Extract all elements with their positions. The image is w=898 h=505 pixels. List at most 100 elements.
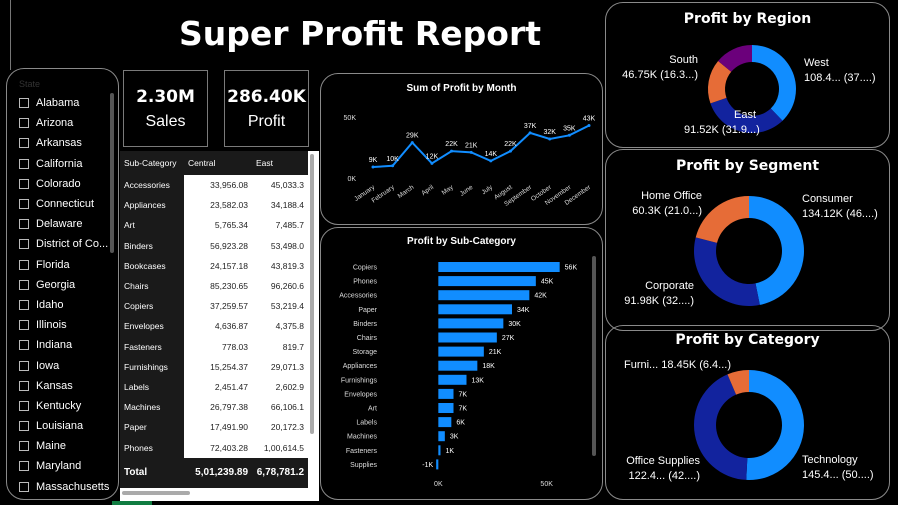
table-row[interactable]: Fasteners 778.03 819.7 <box>120 336 308 357</box>
line-point[interactable] <box>567 133 571 137</box>
bar[interactable] <box>438 290 530 301</box>
checkbox[interactable] <box>19 98 29 109</box>
subcat-chart-card[interactable]: Profit by Sub-Category Copiers 56K Phones 4… <box>320 227 603 500</box>
checkbox[interactable] <box>19 360 29 371</box>
table-total-row[interactable]: Total 5,01,239.89 6,78,781.2 <box>120 457 308 488</box>
category-card[interactable]: Profit by Category Technology 145.4... (… <box>605 325 890 500</box>
table-row[interactable]: Binders 56,923.28 53,498.0 <box>120 235 308 256</box>
slicer-item[interactable]: Arkansas <box>19 133 113 153</box>
slicer-item[interactable]: Delaware <box>19 214 113 234</box>
slicer-item[interactable]: Maine <box>19 436 113 456</box>
table-row[interactable]: Art 5,765.34 7,485.7 <box>120 215 308 236</box>
bar[interactable] <box>438 304 512 315</box>
checkbox[interactable] <box>19 421 29 432</box>
checkbox[interactable] <box>19 158 29 169</box>
table-header-row[interactable]: Sub-Category Central East <box>120 151 308 175</box>
bar[interactable] <box>438 318 504 329</box>
donut-slice[interactable] <box>746 370 805 480</box>
line-point[interactable] <box>587 124 591 128</box>
bar[interactable] <box>438 276 536 287</box>
region-card[interactable]: Profit by Region West 108.4... (37....) … <box>605 2 890 148</box>
month-chart-card[interactable]: Sum of Profit by Month 50K 0K 9K January 10K… <box>320 73 603 225</box>
line-point[interactable] <box>508 149 512 153</box>
table-row[interactable]: Accessories 33,956.08 45,033.3 <box>120 175 308 196</box>
slicer-item[interactable]: Indiana <box>19 335 113 355</box>
checkbox[interactable] <box>19 259 29 270</box>
table-row[interactable]: Machines 26,797.38 66,106.1 <box>120 397 308 418</box>
checkbox[interactable] <box>19 441 29 452</box>
line-point[interactable] <box>410 141 414 145</box>
slicer-item[interactable]: California <box>19 154 113 174</box>
line-point[interactable] <box>469 150 473 154</box>
line-point[interactable] <box>548 137 552 141</box>
bar[interactable] <box>438 403 454 413</box>
matrix-vscrollbar[interactable] <box>310 154 314 434</box>
bar[interactable] <box>436 459 439 470</box>
table-row[interactable]: Appliances 23,582.03 34,188.4 <box>120 195 308 216</box>
table-row[interactable]: Labels 2,451.47 2,602.9 <box>120 376 308 398</box>
line-point[interactable] <box>489 159 493 163</box>
bar[interactable] <box>438 374 467 385</box>
bar[interactable] <box>438 417 452 428</box>
donut-slice[interactable] <box>749 196 804 305</box>
donut-slice[interactable] <box>695 196 749 243</box>
line-point[interactable] <box>528 131 532 135</box>
subcategory-matrix[interactable]: Sub-Category Central East Accessories 33,956… <box>120 151 319 501</box>
donut-slice[interactable] <box>752 45 796 121</box>
checkbox[interactable] <box>19 461 29 472</box>
slicer-item[interactable]: Georgia <box>19 275 113 295</box>
slicer-item[interactable]: Connecticut <box>19 194 113 214</box>
checkbox[interactable] <box>19 219 29 230</box>
checkbox[interactable] <box>19 279 29 290</box>
checkbox[interactable] <box>19 138 29 149</box>
slicer-list[interactable]: Alabama Arizona Arkansas California Colorado… <box>19 93 113 497</box>
donut-slice[interactable] <box>694 237 760 306</box>
bar[interactable] <box>438 360 478 371</box>
checkbox[interactable] <box>19 400 29 411</box>
slicer-item[interactable]: Idaho <box>19 295 113 315</box>
slicer-item[interactable]: District of Co... <box>19 234 113 254</box>
matrix-hscrollbar[interactable] <box>122 491 190 495</box>
bar[interactable] <box>438 388 454 399</box>
bar[interactable] <box>438 332 497 343</box>
slicer-item[interactable]: Illinois <box>19 315 113 335</box>
checkbox[interactable] <box>19 380 29 391</box>
checkbox[interactable] <box>19 481 29 492</box>
subcat-scrollbar[interactable] <box>592 256 596 456</box>
table-row[interactable]: Bookcases 24,157.18 43,819.3 <box>120 255 308 276</box>
checkbox[interactable] <box>19 320 29 331</box>
table-row[interactable]: Copiers 37,259.57 53,219.4 <box>120 296 308 317</box>
table-row[interactable]: Envelopes 4,636.87 4,375.8 <box>120 316 308 337</box>
checkbox[interactable] <box>19 199 29 210</box>
slicer-item[interactable]: Maryland <box>19 456 113 476</box>
line-point[interactable] <box>371 165 375 169</box>
bar[interactable] <box>438 445 441 456</box>
bar[interactable] <box>438 431 445 442</box>
line-point[interactable] <box>430 161 434 165</box>
checkbox[interactable] <box>19 299 29 310</box>
slicer-item[interactable]: Massachusetts <box>19 477 113 497</box>
slicer-item[interactable]: Louisiana <box>19 416 113 436</box>
table-row[interactable]: Paper 17,491.90 20,172.3 <box>120 417 308 438</box>
bar[interactable] <box>438 346 484 357</box>
checkbox[interactable] <box>19 239 29 250</box>
slicer-item[interactable]: Iowa <box>19 355 113 375</box>
state-slicer[interactable]: State Alabama Arizona Arkansas California Co… <box>6 68 119 500</box>
slicer-scrollbar[interactable] <box>110 93 114 253</box>
table-row[interactable]: Chairs 85,230.65 96,260.6 <box>120 275 308 297</box>
table-row[interactable]: Furnishings 15,254.37 29,071.3 <box>120 356 308 377</box>
slicer-item[interactable]: Kentucky <box>19 396 113 416</box>
segment-card[interactable]: Profit by Segment Consumer 134.12K (46..… <box>605 149 890 331</box>
checkbox[interactable] <box>19 178 29 189</box>
checkbox[interactable] <box>19 118 29 129</box>
slicer-item[interactable]: Arizona <box>19 113 113 133</box>
slicer-item[interactable]: Colorado <box>19 174 113 194</box>
line-point[interactable] <box>450 149 454 153</box>
bar[interactable] <box>438 262 560 272</box>
table-row[interactable]: Phones 72,403.28 1,00,614.5 <box>120 437 308 458</box>
slicer-item[interactable]: Kansas <box>19 376 113 396</box>
slicer-item[interactable]: Alabama <box>19 93 113 113</box>
checkbox[interactable] <box>19 340 29 351</box>
line-point[interactable] <box>391 164 395 168</box>
slicer-item[interactable]: Florida <box>19 255 113 275</box>
